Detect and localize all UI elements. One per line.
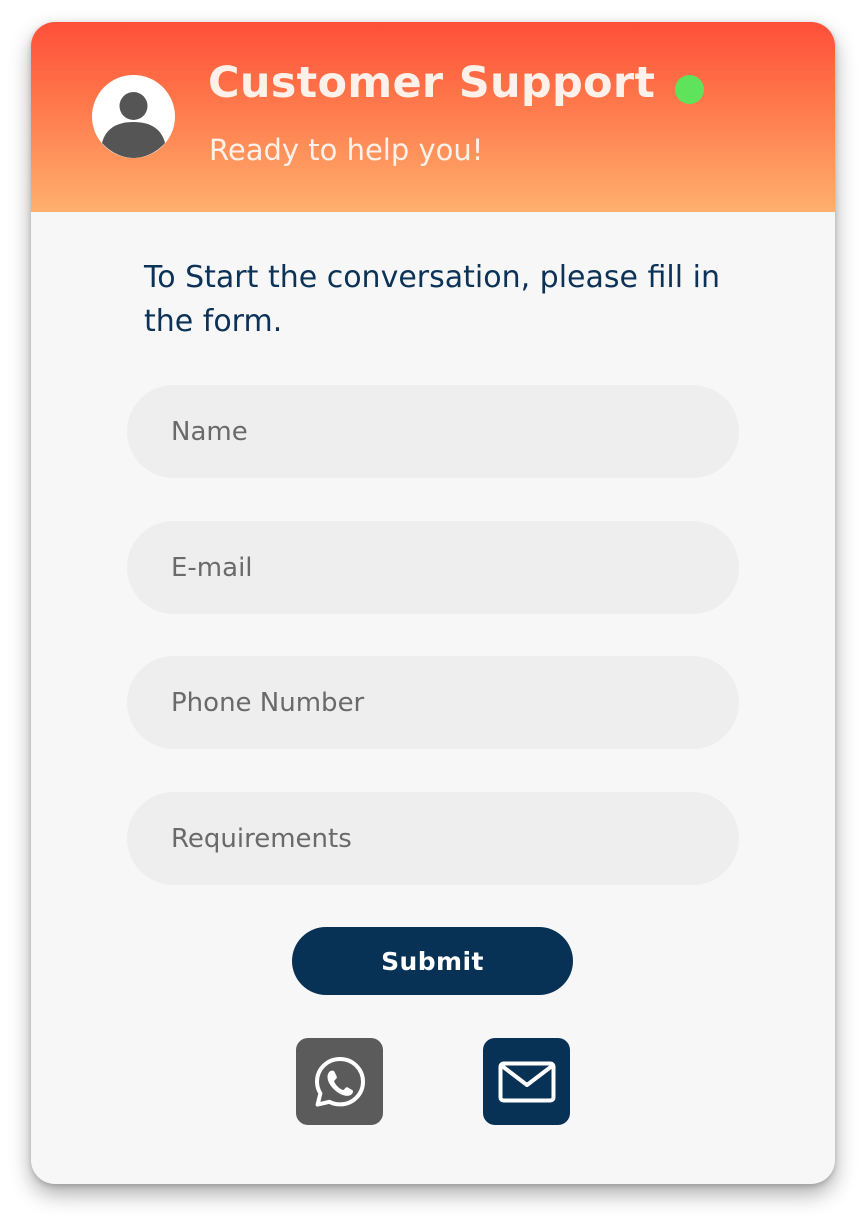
submit-button[interactable]: Submit: [292, 927, 573, 995]
whatsapp-icon: [314, 1056, 365, 1107]
form-intro-text: To Start the conversation, please fill i…: [144, 260, 720, 339]
whatsapp-button[interactable]: [296, 1038, 383, 1125]
online-status-indicator: [675, 75, 704, 104]
avatar-user-icon: [92, 75, 175, 158]
widget-header: Customer Support Ready to help you!: [31, 22, 835, 212]
mail-icon: [498, 1061, 555, 1102]
email-button[interactable]: [483, 1038, 570, 1125]
name-input[interactable]: [127, 385, 739, 478]
requirements-input[interactable]: [127, 792, 739, 885]
phone-number-input[interactable]: [127, 656, 739, 749]
support-widget: Customer Support Ready to help you! To S…: [31, 22, 835, 1184]
page: Customer Support Ready to help you! To S…: [0, 0, 866, 1222]
email-input[interactable]: [127, 521, 739, 614]
header-subtitle: Ready to help you!: [209, 133, 484, 167]
header-title: Customer Support: [208, 58, 656, 108]
